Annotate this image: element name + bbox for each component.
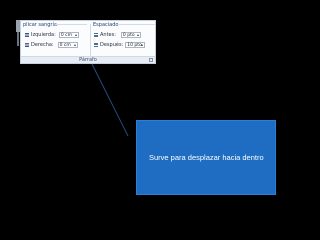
- indent-right-label: Derecha:: [31, 42, 54, 48]
- spacing-before-input[interactable]: 0 pto: [120, 32, 141, 38]
- spacing-after-label: Después:: [100, 42, 124, 48]
- paragraph-group-label: Párrafo: [21, 56, 155, 63]
- indent-right-row: Derecha: 0 cm: [25, 42, 78, 48]
- spacing-before-icon: [94, 33, 98, 37]
- callout-box: Surve para desplazar hacia dentro: [136, 120, 276, 195]
- spacing-title-divider: [119, 24, 155, 25]
- paragraph-group-text: Párrafo: [79, 57, 97, 63]
- spacing-before-label: Antes:: [100, 32, 116, 38]
- dialog-launcher-icon[interactable]: [149, 58, 153, 62]
- indent-left-label: Izquierda:: [31, 32, 56, 38]
- spacing-section-title: Espaciado: [93, 22, 119, 28]
- indent-section-title: plicar sangría: [23, 22, 57, 28]
- spacing-after-row: Después: 10 pto: [94, 42, 146, 48]
- callout-text: Surve para desplazar hacia dentro: [149, 153, 264, 162]
- spacing-before-row: Antes: 0 pto: [94, 32, 141, 38]
- indent-right-input[interactable]: 0 cm: [57, 42, 78, 48]
- indent-left-row: Izquierda: 0 cm: [25, 32, 79, 38]
- indent-right-icon: [25, 43, 29, 47]
- indent-left-input[interactable]: 0 cm: [58, 32, 79, 38]
- spacing-after-input[interactable]: 10 pto: [125, 42, 146, 48]
- ribbon-edge-strip-lower: [17, 32, 19, 46]
- indent-title-divider: [55, 24, 87, 25]
- paragraph-ribbon-group: plicar sangría Izquierda: 0 cm Derecha: …: [20, 20, 156, 64]
- spacing-after-icon: [94, 43, 98, 47]
- indent-left-icon: [25, 33, 29, 37]
